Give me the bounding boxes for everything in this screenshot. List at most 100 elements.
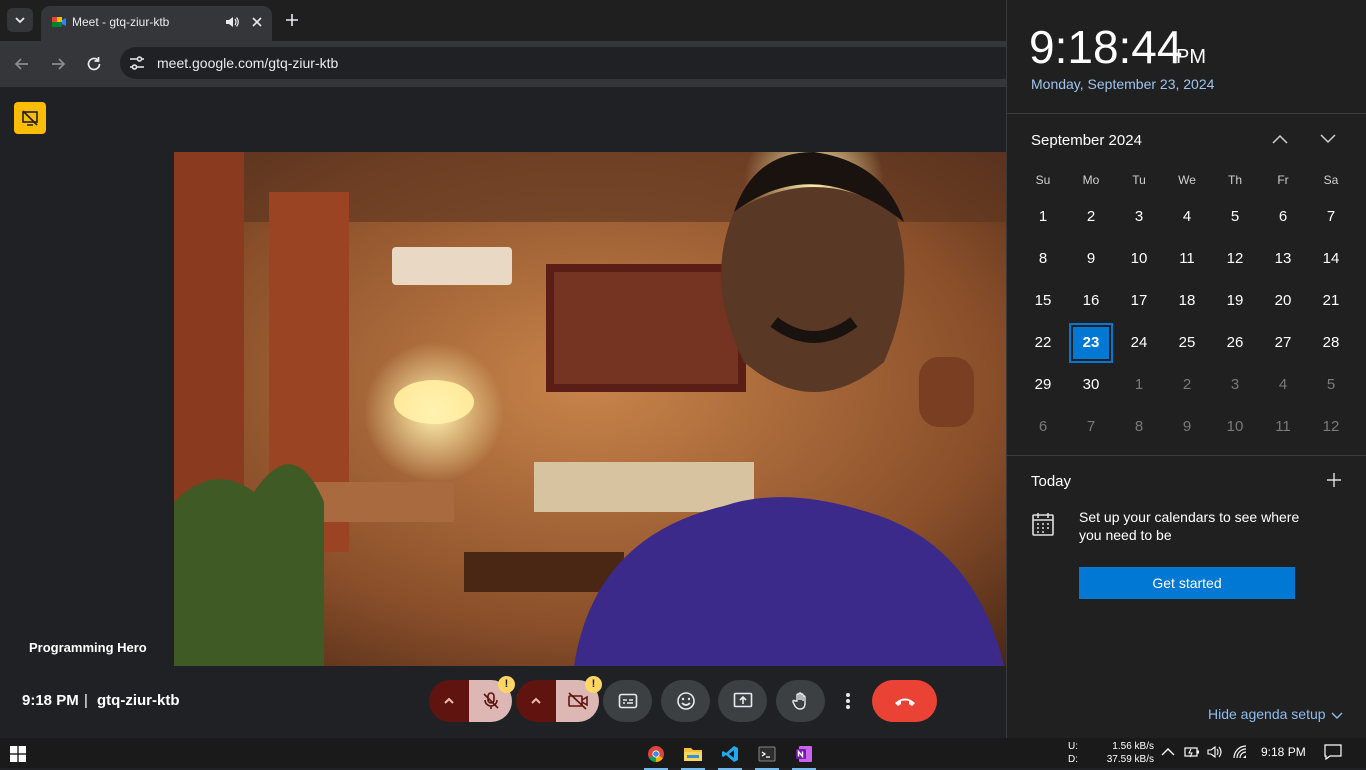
calendar-day[interactable]: 17 [1117, 282, 1161, 320]
calendar-day[interactable]: 9 [1069, 240, 1113, 278]
taskbar-onenote-icon[interactable] [790, 740, 818, 770]
notification-center-icon[interactable] [1324, 744, 1342, 760]
calendar-day[interactable]: 21 [1309, 282, 1353, 320]
month-title[interactable]: September 2024 [1031, 132, 1142, 149]
calendar-day[interactable]: 30 [1069, 366, 1113, 404]
wifi-icon[interactable] [1232, 745, 1248, 759]
raise-hand-button[interactable] [776, 680, 825, 722]
calendar-day[interactable]: 7 [1069, 408, 1113, 446]
download-speed: 37.59 kB/s [1106, 754, 1154, 765]
weekday-label: Tu [1132, 173, 1146, 187]
browser-tab-meet[interactable]: Meet - gtq-ziur-ktb [41, 6, 272, 41]
calendar-day[interactable]: 15 [1021, 282, 1065, 320]
calendar-day[interactable]: 6 [1261, 198, 1305, 236]
tray-chevron-up-icon[interactable] [1161, 746, 1175, 758]
battery-charging-icon[interactable] [1184, 746, 1200, 758]
reactions-button[interactable] [661, 680, 710, 722]
calendar-day[interactable]: 26 [1213, 324, 1257, 362]
site-settings-icon[interactable] [128, 54, 146, 72]
calendar-day[interactable]: 7 [1309, 198, 1353, 236]
calendar-day[interactable]: 6 [1021, 408, 1065, 446]
calendar-day[interactable]: 3 [1213, 366, 1257, 404]
calendar-day[interactable]: 1 [1117, 366, 1161, 404]
download-label: D: [1068, 754, 1078, 765]
full-date-link[interactable]: Monday, September 23, 2024 [1031, 76, 1214, 92]
calendar-day[interactable]: 23 [1069, 323, 1113, 363]
calendar-day[interactable]: 5 [1309, 366, 1353, 404]
calendar-day[interactable]: 2 [1069, 198, 1113, 236]
presentation-status-badge[interactable] [14, 102, 46, 134]
calendar-day[interactable]: 12 [1309, 408, 1353, 446]
calendar-day[interactable]: 14 [1309, 240, 1353, 278]
close-tab-icon[interactable] [249, 14, 265, 30]
more-options-button[interactable] [834, 680, 862, 722]
tab-search-button[interactable] [7, 8, 33, 32]
speaker-icon[interactable] [224, 14, 240, 30]
calendar-day[interactable]: 28 [1309, 324, 1353, 362]
weekday-label: Fr [1277, 173, 1289, 187]
participant-name: Programming Hero [29, 640, 147, 655]
calendar-day[interactable]: 20 [1261, 282, 1305, 320]
back-arrow-icon[interactable] [12, 54, 32, 74]
taskbar-file-explorer-icon[interactable] [679, 740, 707, 770]
chevron-up-icon [531, 697, 541, 704]
calendar-day[interactable]: 16 [1069, 282, 1113, 320]
audio-settings-button[interactable] [429, 680, 469, 722]
plus-icon [286, 14, 298, 26]
video-settings-button[interactable] [516, 680, 556, 722]
calendar-day[interactable]: 11 [1165, 240, 1209, 278]
chevron-up-icon [444, 697, 454, 704]
calendar-day[interactable]: 11 [1261, 408, 1305, 446]
calendar-day[interactable]: 27 [1261, 324, 1305, 362]
taskbar-terminal-icon[interactable] [753, 740, 781, 770]
calendar-day[interactable]: 3 [1117, 198, 1161, 236]
previous-month-chevron-up-icon[interactable] [1271, 130, 1289, 148]
next-month-chevron-down-icon[interactable] [1319, 130, 1337, 148]
microphone-toggle-button[interactable]: ! [469, 676, 515, 722]
chevron-down-icon[interactable] [1331, 710, 1343, 720]
calendar-day[interactable]: 13 [1261, 240, 1305, 278]
calendar-day[interactable]: 8 [1021, 240, 1065, 278]
clock-ampm: PM [1176, 46, 1206, 68]
calendar-day[interactable]: 5 [1213, 198, 1257, 236]
forward-arrow-icon[interactable] [48, 54, 68, 74]
calendar-day[interactable]: 9 [1165, 408, 1209, 446]
volume-icon[interactable] [1207, 745, 1223, 759]
upload-speed: 1.56 kB/s [1112, 741, 1154, 752]
new-tab-button[interactable] [282, 10, 302, 30]
calendar-day[interactable]: 24 [1117, 324, 1161, 362]
hide-agenda-link[interactable]: Hide agenda setup [1208, 706, 1326, 722]
camera-toggle-button[interactable]: ! [556, 676, 602, 722]
calendar-icon [1031, 511, 1055, 537]
calendar-day[interactable]: 10 [1117, 240, 1161, 278]
calendar-day[interactable]: 22 [1021, 324, 1065, 362]
add-event-plus-icon[interactable] [1325, 471, 1343, 489]
taskbar-vscode-icon[interactable] [716, 740, 744, 770]
weekday-label: Th [1227, 173, 1242, 187]
taskbar-clock[interactable]: 9:18 PM [1261, 745, 1306, 759]
calendar-day[interactable]: 8 [1117, 408, 1161, 446]
calendar-day[interactable]: 4 [1165, 198, 1209, 236]
calendar-day[interactable]: 25 [1165, 324, 1209, 362]
reload-icon[interactable] [84, 54, 104, 74]
divider [1007, 455, 1366, 456]
captions-button[interactable] [603, 680, 652, 722]
calendar-day[interactable]: 18 [1165, 282, 1209, 320]
taskbar-chrome-icon[interactable] [642, 740, 670, 770]
calendar-day[interactable]: 4 [1261, 366, 1305, 404]
hand-icon [791, 692, 806, 710]
calendar-day[interactable]: 1 [1021, 198, 1065, 236]
windows-start-icon[interactable] [10, 746, 26, 762]
calendar-day[interactable]: 19 [1213, 282, 1257, 320]
clock-time: 9:18:44 [1029, 21, 1183, 73]
calendar-day[interactable]: 29 [1021, 366, 1065, 404]
get-started-button[interactable]: Get started [1079, 567, 1295, 599]
calendar-day[interactable]: 12 [1213, 240, 1257, 278]
present-screen-button[interactable] [718, 680, 767, 722]
meeting-code: gtq-ziur-ktb [97, 692, 180, 709]
leave-call-button[interactable] [872, 680, 937, 722]
address-bar[interactable]: meet.google.com/gtq-ziur-ktb [120, 47, 1020, 79]
chevron-down-icon [15, 17, 25, 24]
calendar-day[interactable]: 2 [1165, 366, 1209, 404]
calendar-day[interactable]: 10 [1213, 408, 1257, 446]
